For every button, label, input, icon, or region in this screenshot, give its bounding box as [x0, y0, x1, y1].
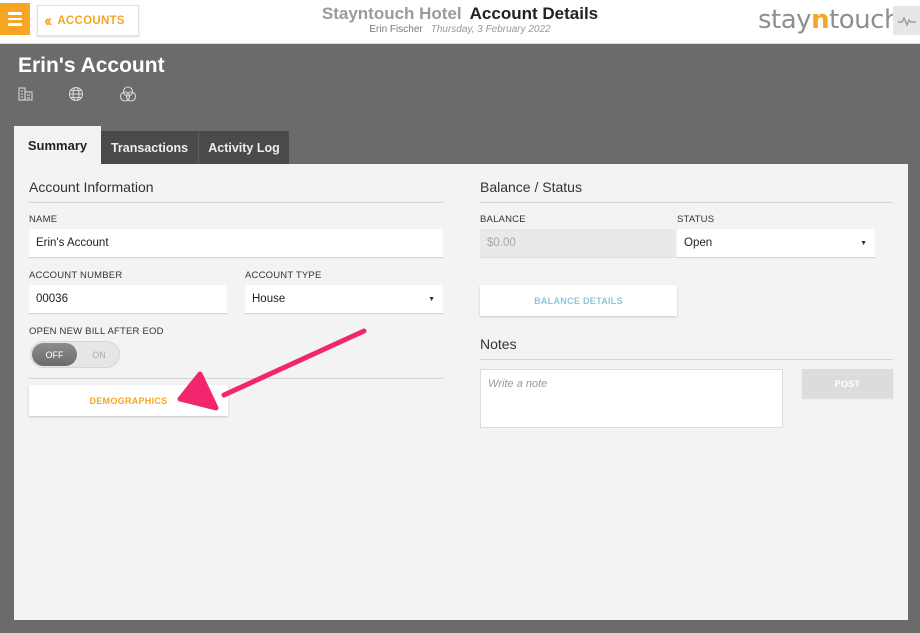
- tab-transactions[interactable]: Transactions: [101, 131, 198, 165]
- account-type-value: House: [252, 293, 286, 305]
- account-name-field[interactable]: Erin's Account: [29, 229, 443, 258]
- notes-heading: Notes: [480, 336, 517, 352]
- name-label: NAME: [29, 214, 58, 225]
- balance-status-heading: Balance / Status: [480, 179, 582, 195]
- stayntouch-logo: stayntouch: [758, 5, 900, 35]
- divider: [480, 359, 893, 360]
- hotel-name: Stayntouch Hotel: [321, 4, 462, 23]
- page-title: Account Details: [469, 4, 599, 23]
- back-button-label: ACCOUNTS: [57, 14, 125, 27]
- circles-icon[interactable]: [119, 86, 137, 102]
- dropdown-caret-icon: ▼: [860, 240, 867, 247]
- account-title: Erin's Account: [18, 54, 165, 77]
- globe-icon[interactable]: [68, 86, 84, 102]
- logo-part-1: stay: [758, 5, 812, 35]
- open-new-bill-toggle[interactable]: OFF ON: [30, 341, 120, 368]
- post-note-button[interactable]: POST: [802, 369, 893, 398]
- account-number-label: ACCOUNT NUMBER: [29, 270, 123, 281]
- status-label: STATUS: [677, 214, 715, 225]
- logo-part-3: touch: [829, 5, 900, 35]
- balance-value: $0.00: [487, 237, 516, 249]
- divider: [480, 202, 893, 203]
- activity-pulse-icon[interactable]: [893, 6, 920, 35]
- toggle-on-label: ON: [92, 349, 106, 360]
- balance-details-button[interactable]: BALANCE DETAILS: [480, 285, 677, 316]
- account-type-select[interactable]: House ▼: [245, 285, 443, 314]
- back-to-accounts-button[interactable]: ‹‹ ACCOUNTS: [37, 5, 139, 36]
- account-type-label: ACCOUNT TYPE: [245, 270, 322, 281]
- account-name-value: Erin's Account: [36, 237, 109, 249]
- user-name: Erin Fischer: [369, 24, 423, 35]
- toggle-off-label: OFF: [32, 343, 77, 366]
- tab-activity-log[interactable]: Activity Log: [198, 131, 289, 165]
- account-number-field[interactable]: 00036: [29, 285, 227, 314]
- summary-panel: Account Information NAME Erin's Account …: [14, 164, 908, 620]
- status-value: Open: [684, 237, 713, 249]
- account-number-value: 00036: [36, 293, 68, 305]
- hamburger-menu-icon[interactable]: [0, 3, 30, 35]
- account-information-heading: Account Information: [29, 179, 154, 195]
- note-input[interactable]: Write a note: [480, 369, 783, 428]
- business-date: Thursday, 3 February 2022: [430, 24, 551, 35]
- building-icon[interactable]: [18, 86, 34, 102]
- top-bar: ‹‹ ACCOUNTS Stayntouch Hotel Account Deta…: [0, 0, 920, 44]
- divider: [29, 202, 443, 203]
- dropdown-caret-icon: ▼: [428, 296, 435, 303]
- tab-summary[interactable]: Summary: [14, 126, 101, 165]
- open-new-bill-label: OPEN NEW BILL AFTER EOD: [29, 326, 164, 337]
- balance-field: $0.00: [480, 229, 676, 258]
- status-select[interactable]: Open ▼: [677, 229, 875, 258]
- demographics-button[interactable]: DEMOGRAPHICS: [29, 385, 228, 416]
- logo-part-2: n: [811, 5, 830, 35]
- divider: [29, 378, 443, 379]
- double-chevron-left-icon: ‹‹: [44, 11, 53, 30]
- balance-label: BALANCE: [480, 214, 526, 225]
